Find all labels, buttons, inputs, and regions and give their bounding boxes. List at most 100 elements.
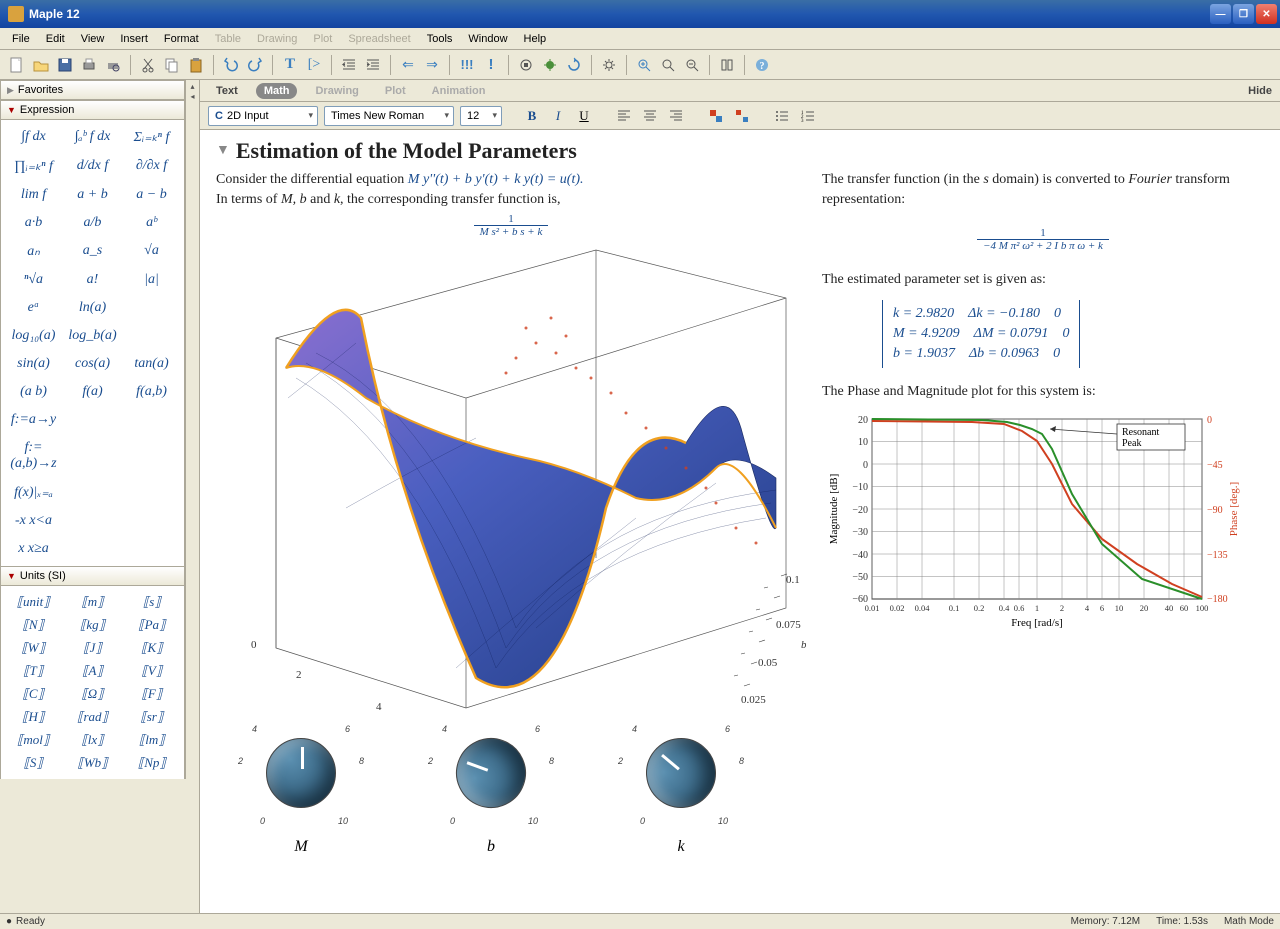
expression-template[interactable]: Σᵢ₌ₖⁿ f: [123, 126, 180, 149]
indent-right-icon[interactable]: [362, 54, 384, 76]
unit-template[interactable]: ⟦lm⟧: [124, 730, 180, 750]
unit-template[interactable]: ⟦H⟧: [5, 707, 61, 727]
expression-template[interactable]: x x≥a: [5, 538, 62, 560]
print-icon[interactable]: [78, 54, 100, 76]
expression-template[interactable]: (a b): [5, 381, 62, 403]
copy-icon[interactable]: [161, 54, 183, 76]
unit-template[interactable]: ⟦m⟧: [64, 592, 120, 612]
expression-template[interactable]: √a: [123, 240, 180, 263]
expression-template[interactable]: f:=a→y: [5, 409, 62, 431]
new-doc-icon[interactable]: [6, 54, 28, 76]
insert-math-icon[interactable]: [>: [303, 54, 325, 76]
italic-button[interactable]: I: [548, 106, 568, 126]
font-size-dropdown[interactable]: 12: [460, 106, 502, 126]
knob-k[interactable]: 0 2 4 6 8 10 k: [646, 738, 716, 856]
palette-units-header[interactable]: Units (SI): [0, 566, 185, 586]
number-list-icon[interactable]: 123: [798, 106, 818, 126]
unit-template[interactable]: ⟦Wb⟧: [64, 753, 120, 773]
unit-template[interactable]: ⟦mol⟧: [5, 730, 61, 750]
expression-template[interactable]: -x x<a: [5, 510, 62, 532]
expression-template[interactable]: d/dx f: [64, 155, 121, 178]
font-family-dropdown[interactable]: Times New Roman: [324, 106, 454, 126]
menu-tools[interactable]: Tools: [419, 31, 461, 47]
expression-template[interactable]: a/b: [64, 212, 121, 234]
unit-template[interactable]: ⟦sr⟧: [124, 707, 180, 727]
unit-template[interactable]: ⟦N⟧: [5, 615, 61, 635]
unit-template[interactable]: ⟦kg⟧: [64, 615, 120, 635]
unit-template[interactable]: ⟦C⟧: [5, 684, 61, 704]
input-mode-dropdown[interactable]: C2D Input: [208, 106, 318, 126]
unit-template[interactable]: ⟦Np⟧: [124, 753, 180, 773]
execute-all-icon[interactable]: !!!: [456, 54, 478, 76]
menu-format[interactable]: Format: [156, 31, 207, 47]
tab-toggle-icon[interactable]: [716, 54, 738, 76]
menu-file[interactable]: File: [4, 31, 38, 47]
align-center-icon[interactable]: [640, 106, 660, 126]
expression-template[interactable]: a_s: [64, 240, 121, 263]
print-preview-icon[interactable]: [102, 54, 124, 76]
bullet-list-icon[interactable]: [772, 106, 792, 126]
expression-template[interactable]: ∫f dx: [5, 126, 62, 149]
unit-template[interactable]: ⟦W⟧: [5, 638, 61, 658]
unit-template[interactable]: ⟦V⟧: [124, 661, 180, 681]
undo-icon[interactable]: [220, 54, 242, 76]
palette-favorites-header[interactable]: Favorites: [0, 80, 185, 100]
save-icon[interactable]: [54, 54, 76, 76]
unit-template[interactable]: ⟦A⟧: [64, 661, 120, 681]
settings-icon[interactable]: [598, 54, 620, 76]
restart-icon[interactable]: [563, 54, 585, 76]
expression-template[interactable]: sin(a): [5, 353, 62, 375]
document-area[interactable]: ▼ Estimation of the Model Parameters Con…: [200, 130, 1280, 913]
expression-template[interactable]: ln(a): [64, 297, 121, 319]
expression-template[interactable]: ⁿ√a: [5, 269, 62, 291]
maximize-button[interactable]: ❐: [1233, 4, 1254, 24]
expression-template[interactable]: aᵇ: [123, 212, 180, 234]
unit-template[interactable]: ⟦S⟧: [5, 753, 61, 773]
hide-button[interactable]: Hide: [1248, 85, 1272, 97]
palette-scroll[interactable]: ▴ ◂: [185, 80, 199, 779]
expression-template[interactable]: ∂/∂x f: [123, 155, 180, 178]
unit-template[interactable]: ⟦Pa⟧: [124, 615, 180, 635]
back-icon[interactable]: ⇐: [397, 54, 419, 76]
redo-icon[interactable]: [244, 54, 266, 76]
expression-template[interactable]: a·b: [5, 212, 62, 234]
expression-template[interactable]: f(x)|ₓ₌ₐ: [5, 481, 62, 504]
unit-template[interactable]: ⟦T⟧: [5, 661, 61, 681]
expression-template[interactable]: f:=(a,b)→z: [5, 437, 62, 475]
zoom-default-icon[interactable]: [657, 54, 679, 76]
unit-template[interactable]: ⟦lx⟧: [64, 730, 120, 750]
expression-template[interactable]: aₙ: [5, 240, 62, 263]
surface-plot[interactable]: 0 2 4 0.1 0.075 0.05 0.025 b: [216, 248, 806, 728]
minimize-button[interactable]: —: [1210, 4, 1231, 24]
expression-template[interactable]: a + b: [64, 184, 121, 206]
menu-help[interactable]: Help: [516, 31, 555, 47]
zoom-out-icon[interactable]: [681, 54, 703, 76]
expression-template[interactable]: f(a,b): [123, 381, 180, 403]
stop-icon[interactable]: [515, 54, 537, 76]
knob-M[interactable]: 0 2 4 6 8 10 M: [266, 738, 336, 856]
debug-icon[interactable]: [539, 54, 561, 76]
context-tab-text[interactable]: Text: [208, 83, 246, 99]
expression-template[interactable]: log₁₀(a): [5, 325, 62, 347]
expression-template[interactable]: ∏ᵢ₌ₖⁿ f: [5, 155, 62, 178]
align-right-icon[interactable]: [666, 106, 686, 126]
group-icon[interactable]: [706, 106, 726, 126]
menu-window[interactable]: Window: [460, 31, 515, 47]
unit-template[interactable]: ⟦F⟧: [124, 684, 180, 704]
forward-icon[interactable]: ⇒: [421, 54, 443, 76]
expression-template[interactable]: a!: [64, 269, 121, 291]
context-tab-math[interactable]: Math: [256, 83, 298, 99]
expression-template[interactable]: f(a): [64, 381, 121, 403]
menu-edit[interactable]: Edit: [38, 31, 73, 47]
underline-button[interactable]: U: [574, 106, 594, 126]
insert-text-icon[interactable]: T: [279, 54, 301, 76]
expression-template[interactable]: log_b(a): [64, 325, 121, 347]
expression-template[interactable]: tan(a): [123, 353, 180, 375]
paste-icon[interactable]: [185, 54, 207, 76]
cut-icon[interactable]: [137, 54, 159, 76]
menu-insert[interactable]: Insert: [112, 31, 156, 47]
unit-template[interactable]: ⟦unit⟧: [5, 592, 61, 612]
expression-template[interactable]: a − b: [123, 184, 180, 206]
open-icon[interactable]: [30, 54, 52, 76]
unit-template[interactable]: ⟦s⟧: [124, 592, 180, 612]
